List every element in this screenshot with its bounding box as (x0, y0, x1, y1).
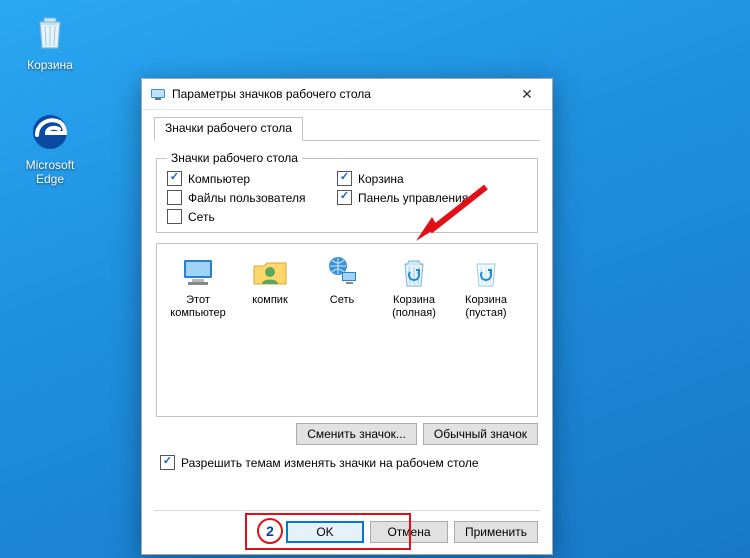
recycle-bin-icon (26, 8, 74, 56)
user-folder-icon (250, 252, 290, 292)
dialog-button-bar: OK Отмена Применить (154, 510, 540, 545)
icon-preview-list: Этот компьютер компик (156, 243, 538, 417)
desktop-icons-group: Значки рабочего стола Компьютер Корзина … (156, 151, 538, 233)
checkbox-label: Панель управления (358, 191, 468, 205)
checkbox-user-files[interactable]: Файлы пользователя (167, 190, 337, 205)
icon-item-label: Этот компьютер (163, 294, 233, 319)
icon-item-this-pc[interactable]: Этот компьютер (163, 252, 233, 319)
system-icon (150, 86, 166, 102)
network-icon (322, 252, 362, 292)
checkbox-icon (160, 455, 175, 470)
checkbox-icon (337, 171, 352, 186)
group-legend: Значки рабочего стола (167, 151, 302, 165)
cancel-button[interactable]: Отмена (370, 521, 448, 543)
checkbox-icon (167, 209, 182, 224)
desktop-icon-edge[interactable]: Microsoft Edge (10, 108, 90, 186)
default-icon-button[interactable]: Обычный значок (423, 423, 538, 445)
icon-item-label: Сеть (307, 294, 377, 307)
icon-item-label: Корзина (пустая) (451, 294, 521, 319)
checkbox-recycle-bin[interactable]: Корзина (337, 171, 507, 186)
checkbox-network[interactable]: Сеть (167, 209, 337, 224)
tab-desktop-icons[interactable]: Значки рабочего стола (154, 117, 303, 141)
checkbox-allow-themes[interactable]: Разрешить темам изменять значки на рабоч… (160, 455, 540, 470)
checkbox-label: Разрешить темам изменять значки на рабоч… (181, 456, 479, 470)
close-icon: ✕ (521, 86, 533, 103)
recycle-full-icon (394, 252, 434, 292)
change-icon-button[interactable]: Сменить значок... (296, 423, 417, 445)
checkbox-label: Сеть (188, 210, 215, 224)
ok-button[interactable]: OK (286, 521, 364, 543)
checkbox-icon (167, 190, 182, 205)
checkbox-label: Компьютер (188, 172, 250, 186)
tab-row: Значки рабочего стола (154, 116, 540, 141)
checkbox-label: Корзина (358, 172, 404, 186)
icon-item-recycle-full[interactable]: Корзина (полная) (379, 252, 449, 319)
icon-item-user-folder[interactable]: компик (235, 252, 305, 319)
icon-item-label: Корзина (полная) (379, 294, 449, 319)
checkbox-icon (337, 190, 352, 205)
desktop-icon-settings-dialog: Параметры значков рабочего стола ✕ Значк… (141, 78, 553, 555)
dialog-title: Параметры значков рабочего стола (172, 87, 506, 101)
desktop-icon-label: Корзина (10, 58, 90, 72)
recycle-empty-icon (466, 252, 506, 292)
checkbox-computer[interactable]: Компьютер (167, 171, 337, 186)
checkbox-control-panel[interactable]: Панель управления (337, 190, 507, 205)
checkbox-icon (167, 171, 182, 186)
edge-icon (26, 108, 74, 156)
desktop-icon-label: Microsoft Edge (10, 158, 90, 186)
close-button[interactable]: ✕ (506, 80, 548, 108)
icon-item-network[interactable]: Сеть (307, 252, 377, 319)
checkbox-label: Файлы пользователя (188, 191, 305, 205)
desktop-icon-recycle-bin[interactable]: Корзина (10, 8, 90, 72)
computer-icon (178, 252, 218, 292)
titlebar[interactable]: Параметры значков рабочего стола ✕ (142, 79, 552, 110)
icon-item-recycle-empty[interactable]: Корзина (пустая) (451, 252, 521, 319)
apply-button[interactable]: Применить (454, 521, 538, 543)
icon-item-label: компик (235, 294, 305, 307)
